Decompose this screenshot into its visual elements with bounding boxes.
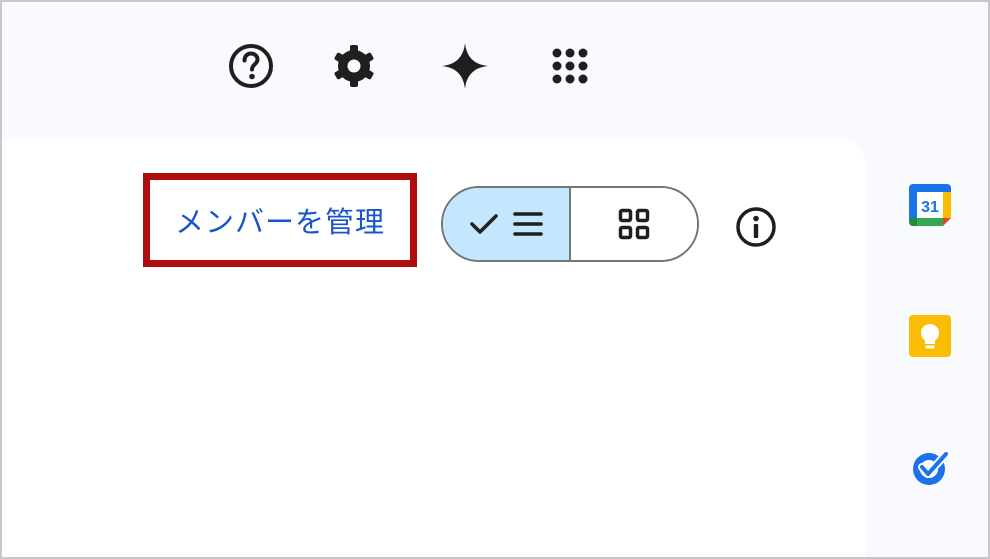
tasks-icon[interactable] <box>902 439 958 495</box>
help-icon[interactable] <box>223 38 279 94</box>
manage-members-link[interactable]: メンバーを管理 <box>175 199 385 241</box>
keep-icon[interactable] <box>902 308 958 364</box>
calendar-icon[interactable]: 31 <box>902 177 958 233</box>
app-window: メンバーを管理 31 <box>0 0 990 559</box>
gear-icon[interactable] <box>326 38 382 94</box>
list-view-button[interactable] <box>443 188 571 260</box>
check-icon <box>470 214 498 234</box>
grid-icon <box>618 208 650 240</box>
highlight-box: メンバーを管理 <box>143 173 417 267</box>
calendar-date-number: 31 <box>921 199 939 216</box>
main-content-panel: メンバーを管理 <box>2 139 866 557</box>
info-icon[interactable] <box>730 201 782 253</box>
view-toggle <box>441 186 699 262</box>
top-toolbar <box>2 2 988 132</box>
list-icon <box>513 212 543 236</box>
apps-grid-icon[interactable] <box>542 38 598 94</box>
gemini-sparkle-icon[interactable] <box>437 38 493 94</box>
grid-view-button[interactable] <box>571 188 697 260</box>
